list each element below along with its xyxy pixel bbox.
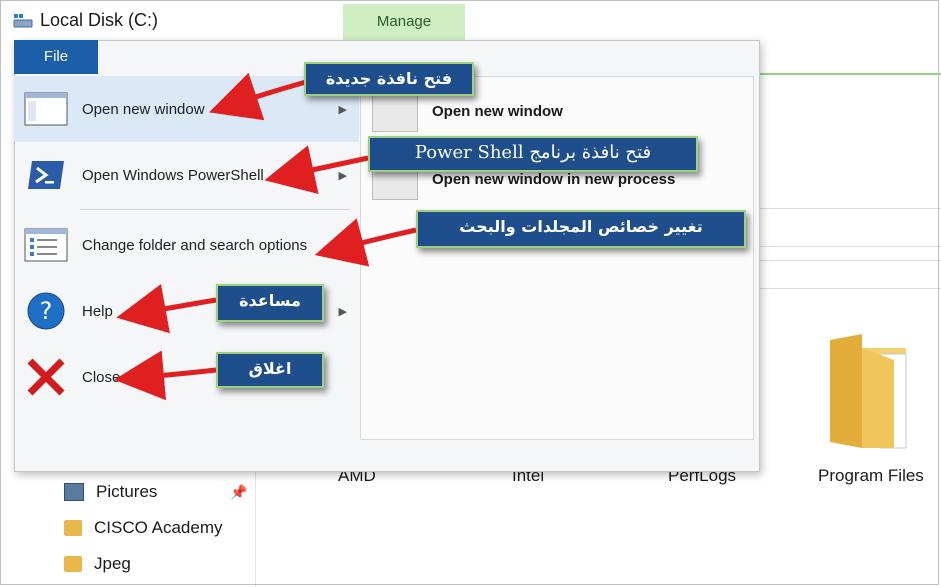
annotation-powershell: فتح نافذة برنامج Power Shell (368, 136, 698, 172)
drive-icon (13, 14, 33, 28)
pictures-icon (64, 483, 84, 501)
submenu-item-label: Open new window in new process (432, 170, 676, 188)
nav-item-pictures[interactable]: Pictures (64, 478, 157, 506)
annotation-help: مساعدة (216, 284, 324, 322)
submenu-item-label: Open new window (432, 102, 563, 120)
menu-item-folder-options[interactable]: Change folder and search options (14, 212, 359, 278)
annotation-close: اغلاق (216, 352, 324, 388)
submenu-item-open-new-window[interactable]: Open new window (372, 90, 563, 132)
folder-options-icon (24, 227, 68, 263)
nav-item-jpeg[interactable]: Jpeg (64, 550, 131, 578)
menu-item-label: Open new window (82, 100, 205, 118)
menu-item-label: Open Windows PowerShell (82, 166, 264, 184)
file-tab[interactable]: File (14, 40, 98, 74)
divider (758, 260, 941, 261)
nav-item-label: CISCO Academy (94, 518, 223, 537)
divider (758, 246, 941, 247)
folder-icon (64, 556, 82, 572)
pin-icon[interactable]: 📌 (230, 484, 247, 501)
chevron-right-icon: ▶ (338, 305, 347, 318)
menu-item-label: Help (82, 302, 113, 320)
menu-item-label: Change folder and search options (82, 236, 308, 254)
nav-item-label: Pictures (96, 482, 158, 501)
manage-tab[interactable]: Manage (343, 4, 465, 40)
nav-item-cisco-academy[interactable]: CISCO Academy (64, 514, 223, 542)
divider (758, 288, 941, 289)
window-icon (372, 90, 418, 132)
annotation-folder-options: تغيير خصائص المجلدات والبحث (416, 210, 746, 248)
help-icon: ? (24, 292, 68, 330)
divider (758, 208, 941, 209)
chevron-right-icon: ▶ (338, 103, 347, 116)
svg-text:?: ? (40, 297, 53, 325)
annotation-open-new-window: فتح نافذة جديدة (304, 62, 474, 96)
folder-icon (64, 520, 82, 536)
folder-label-program-files[interactable]: Program Files (818, 466, 924, 486)
menu-separator (80, 209, 350, 210)
nav-item-label: Jpeg (94, 554, 131, 573)
powershell-icon (24, 157, 68, 193)
window-title: Local Disk (C:) (40, 10, 159, 30)
new-window-icon (24, 91, 68, 127)
folder-icon[interactable] (822, 330, 914, 452)
menu-item-label: Close (82, 368, 121, 386)
menu-item-open-powershell[interactable]: Open Windows PowerShell ▶ (14, 142, 359, 208)
nav-pane-divider (255, 470, 256, 587)
chevron-right-icon: ▶ (338, 169, 347, 182)
close-icon (24, 358, 68, 396)
